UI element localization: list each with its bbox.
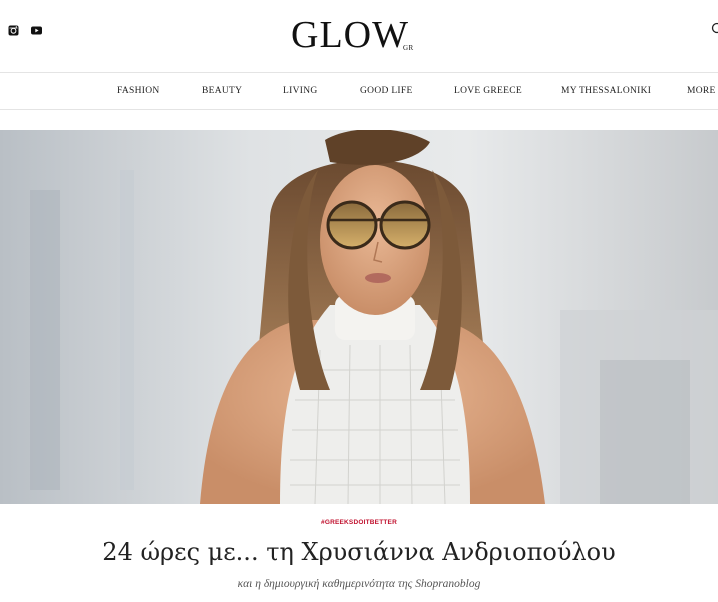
nav-item-living[interactable]: LIVING <box>283 86 318 96</box>
nav-item-good-life[interactable]: GOOD LIFE <box>360 86 413 96</box>
site-logo-sub: GR <box>403 44 414 52</box>
nav-item-more[interactable]: MORE <box>687 86 716 96</box>
search-icon[interactable] <box>710 22 718 36</box>
hero-photo-illustration <box>0 130 718 504</box>
main-nav: FASHION BEAUTY LIVING GOOD LIFE LOVE GRE… <box>0 72 718 110</box>
article-title[interactable]: 24 ώρες με... τη Χρυσιάννα Ανδριοπούλου <box>0 538 718 566</box>
nav-item-my-thessaloniki[interactable]: MY THESSALONIKI <box>561 86 651 96</box>
article-tag[interactable]: #GREEKSDOITBETTER <box>0 519 718 526</box>
youtube-icon[interactable] <box>31 25 42 36</box>
site-logo[interactable]: GLOW <box>291 16 409 54</box>
nav-item-fashion[interactable]: FASHION <box>117 86 160 96</box>
article-subtitle: και η δημιουργική καθημερινότητα της Sho… <box>237 578 481 590</box>
nav-item-love-greece[interactable]: LOVE GREECE <box>454 86 522 96</box>
instagram-icon[interactable] <box>8 25 19 36</box>
social-links <box>8 25 42 36</box>
site-header: GLOW GR <box>0 0 718 72</box>
nav-item-beauty[interactable]: BEAUTY <box>202 86 242 96</box>
hero-image[interactable] <box>0 130 718 504</box>
